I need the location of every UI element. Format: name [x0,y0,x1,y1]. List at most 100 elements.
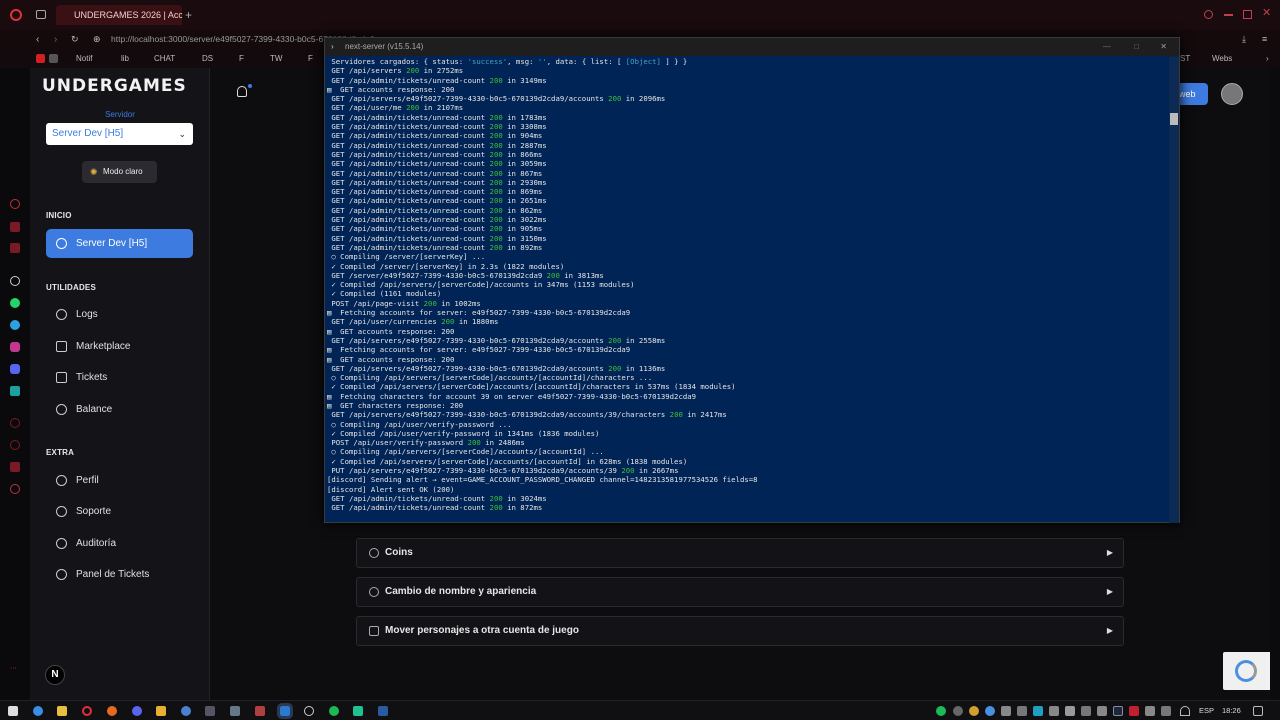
taskbar-app2-icon[interactable] [255,706,265,716]
sidebar-more-icon[interactable]: ⋯ [10,664,17,672]
sidebar-clock-icon[interactable] [10,440,20,450]
taskbar-vscode-icon[interactable] [277,703,293,719]
nav-perfil[interactable]: Perfil [46,466,193,495]
nav-tickets[interactable]: Tickets [46,363,193,392]
terminal-scroll-thumb[interactable] [1170,113,1178,125]
taskbar-chatgpt-icon[interactable] [304,706,314,716]
sidebar-settings-icon[interactable] [10,484,20,494]
sidebar-music-icon[interactable] [10,243,20,253]
close-window-icon[interactable]: ✕ [1262,6,1271,19]
tray-icon-7[interactable] [1049,706,1059,716]
workspace-icon[interactable] [36,10,46,19]
sidebar-whatsapp-icon[interactable] [10,298,20,308]
bookmark-f2[interactable]: F [308,49,313,68]
theme-toggle-button[interactable]: ✺ Modo claro [82,161,157,183]
sidebar-history-icon[interactable] [10,418,20,428]
terminal-close-icon[interactable]: ✕ [1160,38,1167,56]
taskbar-chrome-icon[interactable] [33,706,43,716]
start-icon[interactable] [8,706,18,716]
sidebar-chatgpt-icon[interactable] [10,276,20,286]
sidebar-telegram-icon[interactable] [10,320,20,330]
tray-icon-2[interactable] [969,706,979,716]
search-tabs-icon[interactable] [1204,10,1213,19]
bookmark-notif[interactable]: Notif [76,49,92,68]
minimize-icon[interactable] [1224,14,1233,16]
terminal-titlebar[interactable]: › next-server (v15.5.14) — □ ✕ [325,38,1179,56]
tray-spotify-icon[interactable] [936,706,946,716]
nav-soporte[interactable]: Soporte [46,497,193,526]
taskbar-terminal-icon[interactable] [378,706,388,716]
taskbar-notes-icon[interactable] [57,706,67,716]
terminal-minimize-icon[interactable]: — [1103,38,1111,56]
taskbar-app-icon[interactable] [205,706,215,716]
bookmark-f[interactable]: F [239,49,244,68]
taskbar-app3-icon[interactable] [353,706,363,716]
bookmarks-more-icon[interactable]: › [1266,49,1269,68]
taskbar-spotify-icon[interactable] [329,706,339,716]
bookmark-st[interactable]: ST [1180,49,1190,68]
terminal-window[interactable]: › next-server (v15.5.14) — □ ✕ Servidore… [324,37,1180,523]
maximize-icon[interactable] [1243,10,1252,19]
sidebar-shop-icon[interactable] [10,222,20,232]
accordion-coins[interactable]: Coins ▶ [356,538,1124,568]
bookmark-tw[interactable]: TW [270,49,282,68]
nav-marketplace[interactable]: Marketplace [46,332,193,361]
youtube-icon[interactable] [36,54,45,63]
tray-icon-9[interactable] [1097,706,1107,716]
nav-panel-tickets[interactable]: Panel de Tickets [46,560,193,589]
accordion-move-characters[interactable]: Mover personajes a otra cuenta de juego ▶ [356,616,1124,646]
tray-icon-1[interactable] [953,706,963,716]
tray-icon-10[interactable] [1129,706,1139,716]
taskbar-firefox-icon[interactable] [107,706,117,716]
menu-icon[interactable]: ≡ [1262,30,1267,49]
download-icon[interactable]: ⤓ [1242,30,1246,49]
tray-icon-8[interactable] [1081,706,1091,716]
steam-icon[interactable] [1113,706,1123,716]
tray-icon-11[interactable] [1145,706,1155,716]
clock[interactable]: 18:26 [1222,706,1241,715]
taskbar-opera-icon[interactable] [82,706,92,716]
sidebar-discord-icon[interactable] [10,364,20,374]
sidebar-aria-icon[interactable] [10,199,20,209]
back-icon[interactable]: ‹ [36,30,39,49]
bookmark-chat[interactable]: CHAT [154,49,175,68]
user-avatar[interactable] [1221,83,1243,105]
new-tab-icon[interactable]: + [185,8,192,22]
terminal-scrollbar[interactable] [1169,57,1179,523]
taskbar-browser-icon[interactable] [181,706,191,716]
accordion-rename[interactable]: Cambio de nombre y apariencia ▶ [356,577,1124,607]
nav-auditoria[interactable]: Auditoría [46,529,193,558]
volume-icon[interactable] [1065,706,1075,716]
sidebar-app-icon[interactable] [10,386,20,396]
bookmark-lib[interactable]: lib [121,49,129,68]
opera-logo-icon[interactable] [10,9,22,21]
notification-center-icon[interactable] [1253,706,1263,716]
tray-icon-6[interactable] [1033,706,1043,716]
site-info-icon[interactable]: ⊕ [93,30,101,49]
reload-icon[interactable]: ↻ [71,30,79,49]
recaptcha-badge[interactable] [1223,652,1270,690]
taskbar-discord-icon[interactable] [132,706,142,716]
bookmark-icon[interactable] [49,54,58,63]
server-select[interactable]: Server Dev [H5] ⌄ [46,123,193,145]
notification-bell-icon[interactable] [237,86,247,97]
bookmark-folder-webs[interactable]: Webs [1212,49,1232,68]
tray-icon-12[interactable] [1161,706,1171,716]
sidebar-instagram-icon[interactable] [10,342,20,352]
wifi-icon[interactable] [1180,706,1190,716]
sidebar-extensions-icon[interactable] [10,462,20,472]
tray-icon-4[interactable] [1001,706,1011,716]
taskbar-window-icon[interactable] [230,706,240,716]
tray-icon-3[interactable] [985,706,995,716]
language-indicator[interactable]: ESP [1199,706,1214,715]
bookmark-ds[interactable]: DS [202,49,213,68]
avatar[interactable]: N [45,665,65,685]
nav-server-dev[interactable]: Server Dev [H5] [46,229,193,258]
nav-logs[interactable]: Logs [46,300,193,329]
taskbar-files-icon[interactable] [156,706,166,716]
nav-balance[interactable]: Balance [46,395,193,424]
forward-icon[interactable]: › [54,30,57,49]
terminal-output[interactable]: Servidores cargados: { status: 'success'… [325,57,1171,523]
logo[interactable]: UNDERGAMES [42,76,187,96]
terminal-maximize-icon[interactable]: □ [1134,38,1139,56]
